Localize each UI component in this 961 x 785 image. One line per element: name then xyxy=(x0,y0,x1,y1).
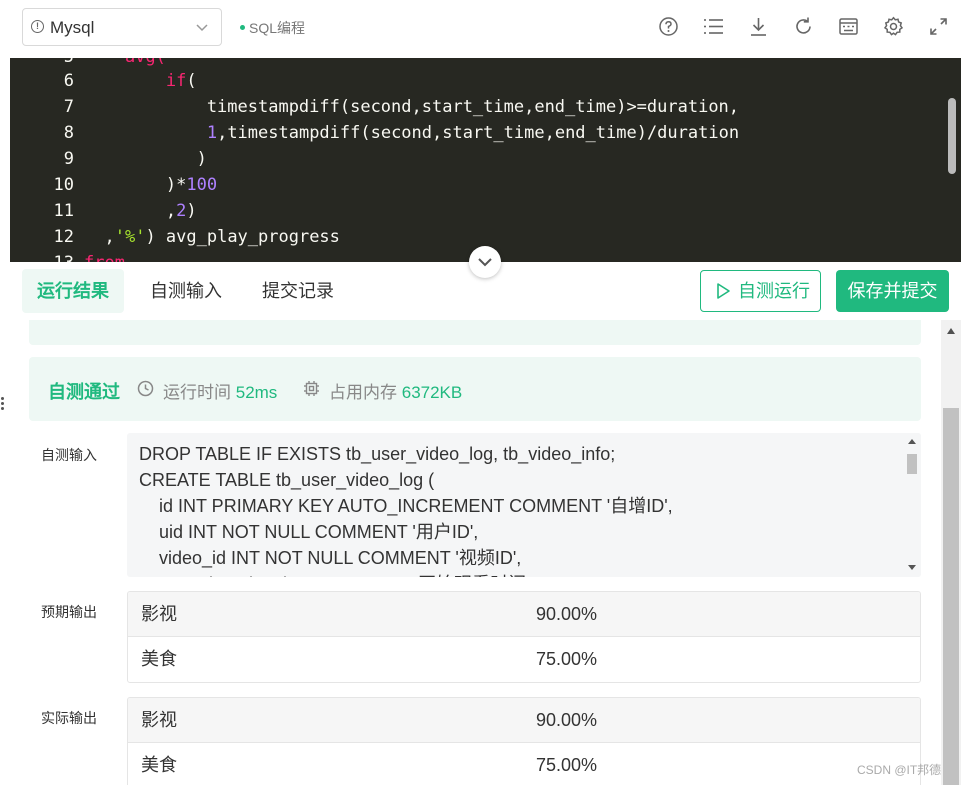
table-cell: 美食 xyxy=(141,755,177,775)
line-number: 9 xyxy=(63,149,74,169)
runtime-value: 52ms xyxy=(235,383,278,402)
code-editor[interactable]: 5 avg( 6 if( 7 timestampdiff(second,star… xyxy=(10,58,961,262)
runtime-label: 运行时间 xyxy=(163,383,231,402)
gear-icon[interactable] xyxy=(883,16,904,37)
tab-self-input[interactable]: 自测输入 xyxy=(135,269,237,313)
status-banner: 自测通过 运行时间 52ms 占用内存 6372KB xyxy=(29,357,921,421)
scroll-thumb[interactable] xyxy=(943,408,959,785)
self-input-scrollbar[interactable] xyxy=(904,433,921,577)
self-run-label: 自测运行 xyxy=(738,281,810,301)
line-number: 10 xyxy=(53,175,74,195)
self-input-sql: DROP TABLE IF EXISTS tb_user_video_log, … xyxy=(139,444,673,577)
play-icon xyxy=(717,283,730,299)
status-dot xyxy=(240,25,245,31)
result-panel: 自测通过 运行时间 52ms 占用内存 6372KB 自测输入 DROP TAB… xyxy=(10,320,941,785)
mode-label: SQL编程 xyxy=(240,18,305,38)
line-number: 11 xyxy=(53,201,74,221)
scroll-thumb[interactable] xyxy=(907,454,917,474)
line-number: 13 xyxy=(10,250,74,262)
code-text: from xyxy=(84,250,125,262)
help-icon[interactable] xyxy=(658,16,679,37)
table-cell: 90.00% xyxy=(536,710,598,730)
collapse-editor-button[interactable] xyxy=(469,246,501,278)
chip-icon xyxy=(304,381,319,396)
memory: 占用内存 6372KB xyxy=(329,378,462,403)
chevron-down-icon xyxy=(196,24,208,32)
table-row: 美食 75.00% xyxy=(128,637,920,682)
code-text: 1,timestampdiff(second,start_time,end_ti… xyxy=(206,123,740,143)
self-input-label: 自测输入 xyxy=(41,447,97,463)
language-select[interactable]: ! Mysql xyxy=(22,8,222,46)
runtime: 运行时间 52ms xyxy=(163,378,277,403)
table-row: 影视 90.00% xyxy=(128,592,920,637)
code-line: 8 1,timestampdiff(second,start_time,end_… xyxy=(10,120,961,146)
line-number: 12 xyxy=(53,227,74,247)
list-icon[interactable] xyxy=(703,16,724,37)
pass-label: 自测通过 xyxy=(48,382,120,402)
fullscreen-icon[interactable] xyxy=(928,16,949,37)
table-cell: 75.00% xyxy=(536,755,598,775)
line-number: 7 xyxy=(63,97,74,117)
scroll-up-icon[interactable] xyxy=(908,439,916,444)
clock-icon xyxy=(137,380,154,397)
language-value: Mysql xyxy=(50,18,95,37)
line-number: 6 xyxy=(63,71,74,91)
self-run-button[interactable]: 自测运行 xyxy=(700,270,821,312)
table-cell: 75.00% xyxy=(536,649,598,669)
code-line: 7 timestampdiff(second,start_time,end_ti… xyxy=(10,94,961,120)
watermark: CSDN @IT邦德 xyxy=(857,763,942,777)
actual-output-label: 实际输出 xyxy=(41,710,97,726)
scroll-up-icon[interactable] xyxy=(947,328,955,334)
tool-icons xyxy=(658,16,949,37)
code-line: 6 if( xyxy=(10,68,961,94)
editor-scrollbar[interactable] xyxy=(948,98,956,174)
info-icon: ! xyxy=(31,20,44,33)
scroll-down-icon[interactable] xyxy=(908,565,916,570)
code-text: )*100 xyxy=(84,175,218,195)
previous-banner xyxy=(29,320,921,345)
code-text: ,2) xyxy=(84,201,197,221)
table-cell: 影视 xyxy=(141,604,177,624)
code-line: 11 ,2) xyxy=(10,198,961,224)
memory-value: 6372KB xyxy=(401,383,463,402)
tab-history[interactable]: 提交记录 xyxy=(247,269,349,313)
table-row: 影视 90.00% xyxy=(128,698,920,743)
table-cell: 影视 xyxy=(141,710,177,730)
code-line: 10 )*100 xyxy=(10,172,961,198)
tab-result[interactable]: 运行结果 xyxy=(22,269,124,313)
toolbar: ! Mysql SQL编程 xyxy=(10,0,961,58)
table-cell: 美食 xyxy=(141,649,177,669)
memory-label: 占用内存 xyxy=(329,383,397,402)
code-text: ) xyxy=(84,149,207,169)
expected-output-table: 影视 90.00% 美食 75.00% xyxy=(127,591,921,683)
table-row: 美食 75.00% xyxy=(128,743,920,785)
drag-handle-icon[interactable] xyxy=(0,395,6,415)
code-text: timestampdiff(second,start_time,end_time… xyxy=(84,97,740,117)
download-icon[interactable] xyxy=(748,16,769,37)
actual-output-table: 影视 90.00% 美食 75.00% xyxy=(127,697,921,785)
table-cell: 90.00% xyxy=(536,604,598,624)
line-number: 8 xyxy=(63,123,74,143)
code-line: 9 ) xyxy=(10,146,961,172)
keyboard-icon[interactable] xyxy=(838,16,859,37)
self-input-box[interactable]: DROP TABLE IF EXISTS tb_user_video_log, … xyxy=(127,433,921,577)
chevron-down-icon xyxy=(478,258,492,267)
code-text: if( xyxy=(165,71,197,91)
mode-text: SQL编程 xyxy=(249,20,306,36)
save-submit-button[interactable]: 保存并提交 xyxy=(836,270,949,312)
page-scrollbar[interactable] xyxy=(941,320,961,785)
expected-output-label: 预期输出 xyxy=(41,604,97,620)
refresh-icon[interactable] xyxy=(793,16,814,37)
code-text: ,'%') avg_play_progress xyxy=(84,227,340,247)
